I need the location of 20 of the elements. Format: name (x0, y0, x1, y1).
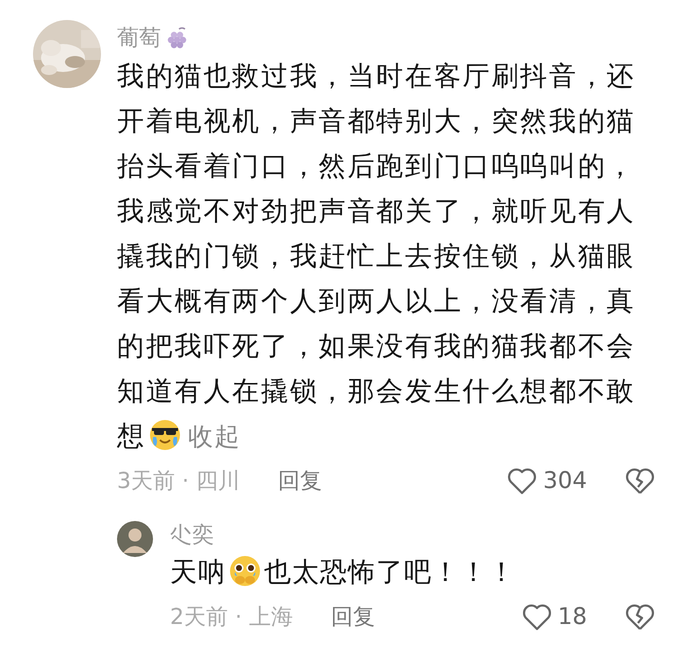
time-location: 3天前 · 四川 (117, 468, 240, 496)
time-location: 2天前 · 上海 (170, 604, 293, 632)
heart-icon[interactable] (507, 467, 538, 495)
broken-heart-icon[interactable] (625, 467, 655, 495)
broken-heart-icon[interactable] (625, 603, 655, 631)
comment-text: 也太恐怖了吧！！！ (264, 557, 516, 588)
avatar-icon (117, 521, 153, 557)
heart-icon[interactable] (522, 603, 552, 631)
comment-text: 我的猫也救过我，当时在客厅刷抖音，还开着电视机，声音都特别大，突然我的猫抬头看着门口，然后跑到门口呜呜叫的，我感觉不对劲把声音都关了，就听见有人撬我的门锁，我赶忙上去按住锁，从猫眼看大概有两个人到两人以上，没看清，真的把我吓死了，如果没有我的猫我都不会知道有人在撬锁，那会发生什么想都不敢 (117, 61, 636, 407)
like-count: 18 (558, 604, 587, 630)
pleading-emoji-icon (229, 555, 261, 587)
reply-link[interactable]: 回复 (330, 602, 375, 632)
comment-text: 想 (117, 421, 146, 452)
reply-link[interactable]: 回复 (278, 466, 322, 496)
username[interactable]: 葡萄 (117, 23, 161, 53)
like-count: 304 (543, 468, 587, 494)
comment-text: 天呐 (170, 557, 226, 588)
username[interactable]: 尐奕 (170, 520, 214, 550)
collapse-link[interactable]: 收起 (188, 422, 242, 451)
sunglasses-emoji-icon (148, 419, 181, 451)
